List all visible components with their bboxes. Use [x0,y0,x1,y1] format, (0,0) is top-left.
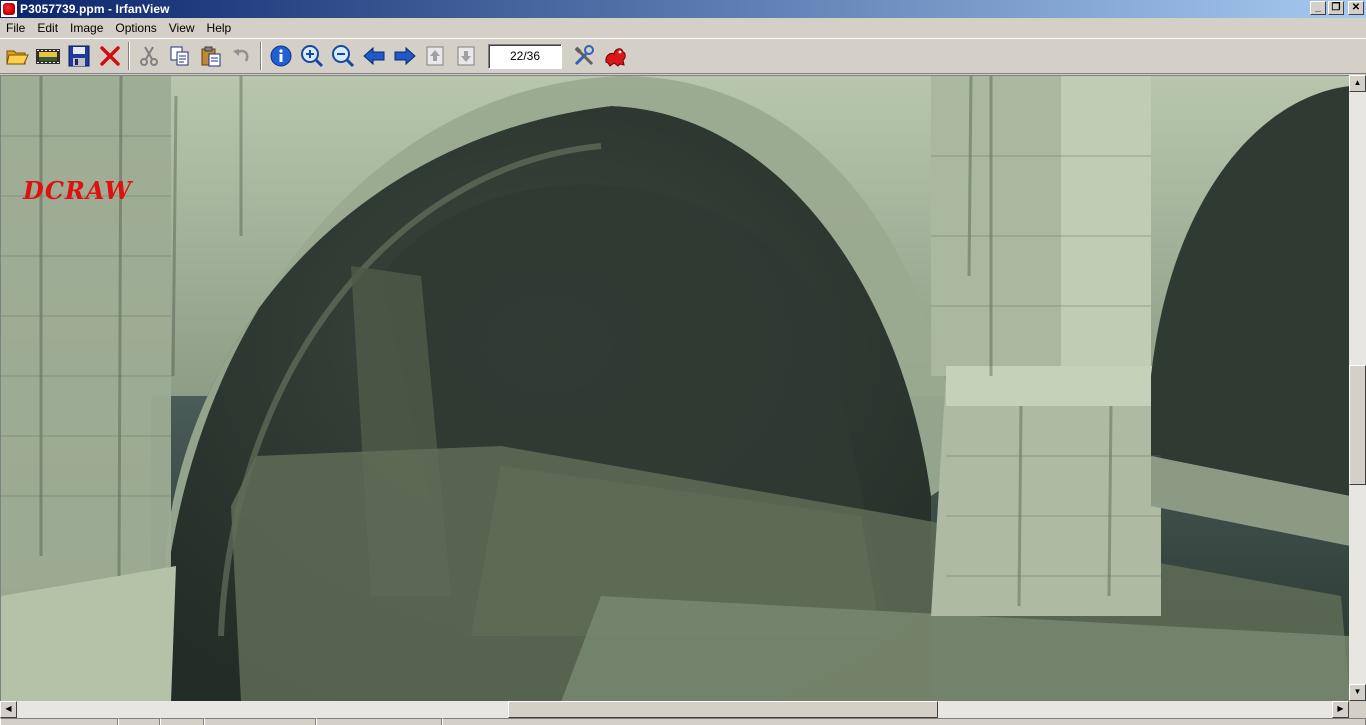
undo-button[interactable] [226,41,257,72]
irfanview-app-icon[interactable] [1,1,17,17]
properties-button[interactable] [568,41,599,72]
vertical-scrollbar[interactable]: ▲ ▼ [1349,75,1366,701]
menu-view[interactable]: View [163,18,201,38]
status-cell [160,718,204,725]
last-page-button[interactable] [451,41,482,72]
status-cell [118,718,160,725]
delete-button[interactable] [94,41,125,72]
image-viewport[interactable]: DCRAW [0,75,1349,701]
dcraw-watermark: DCRAW [23,176,133,205]
scrollbar-corner [1349,701,1366,718]
toolbar-separator [128,42,130,70]
copy-icon [170,46,188,66]
restore-button[interactable]: ❐ [1328,1,1344,15]
window-title: P3057739.ppm - IrfanView [20,2,170,16]
status-cell [442,718,1366,725]
status-bar [0,718,1366,725]
next-icon [394,46,416,66]
zoom-out-button[interactable] [327,41,358,72]
title-bar: P3057739.ppm - IrfanView _ ❐ ✕ [0,0,1366,18]
info-icon [270,45,291,67]
first-page-icon [426,46,443,66]
toolbar: 22/36 [0,38,1366,74]
scroll-right-arrow[interactable]: ▶ [1332,701,1349,718]
previous-button[interactable] [358,41,389,72]
horizontal-scrollbar[interactable]: ◀ ▶ [0,701,1349,718]
status-cell [204,718,316,725]
close-button[interactable]: ✕ [1348,1,1364,15]
save-button[interactable] [63,41,94,72]
properties-icon [574,45,594,66]
cut-button[interactable] [133,41,164,72]
open-button[interactable] [1,41,32,72]
irfanview-about-button[interactable] [599,41,630,72]
menu-bar: File Edit Image Options View Help [0,18,1366,38]
slideshow-icon [35,49,60,64]
minimize-button[interactable]: _ [1310,1,1326,15]
status-cell [0,718,118,725]
window-controls: _ ❐ ✕ [1310,1,1364,15]
undo-icon [232,49,248,62]
zoom-in-icon [300,45,323,68]
menu-image[interactable]: Image [64,18,109,38]
previous-icon [362,46,384,66]
paste-button[interactable] [195,41,226,72]
menu-options[interactable]: Options [109,18,162,38]
delete-icon [99,46,120,66]
horizontal-scroll-thumb[interactable] [508,701,938,718]
copy-button[interactable] [164,41,195,72]
status-cell [316,718,442,725]
photo-bridge-arches [1,76,1349,701]
irfanview-logo-icon [604,48,626,67]
scroll-down-arrow[interactable]: ▼ [1349,684,1366,701]
next-button[interactable] [389,41,420,72]
open-folder-icon [5,50,29,65]
menu-help[interactable]: Help [201,18,238,38]
menu-edit[interactable]: Edit [31,18,64,38]
scroll-left-arrow[interactable]: ◀ [0,701,17,718]
first-page-button[interactable] [420,41,451,72]
zoom-in-button[interactable] [296,41,327,72]
last-page-icon [457,46,474,66]
page-counter: 22/36 [488,43,562,69]
toolbar-separator [260,42,262,70]
cut-icon [139,46,158,66]
slideshow-button[interactable] [32,41,63,72]
info-button[interactable] [265,41,296,72]
paste-icon [201,46,220,67]
vertical-scroll-thumb[interactable] [1349,365,1366,485]
menu-file[interactable]: File [0,18,31,38]
scroll-up-arrow[interactable]: ▲ [1349,75,1366,92]
zoom-out-icon [331,45,354,68]
save-icon [68,45,89,67]
